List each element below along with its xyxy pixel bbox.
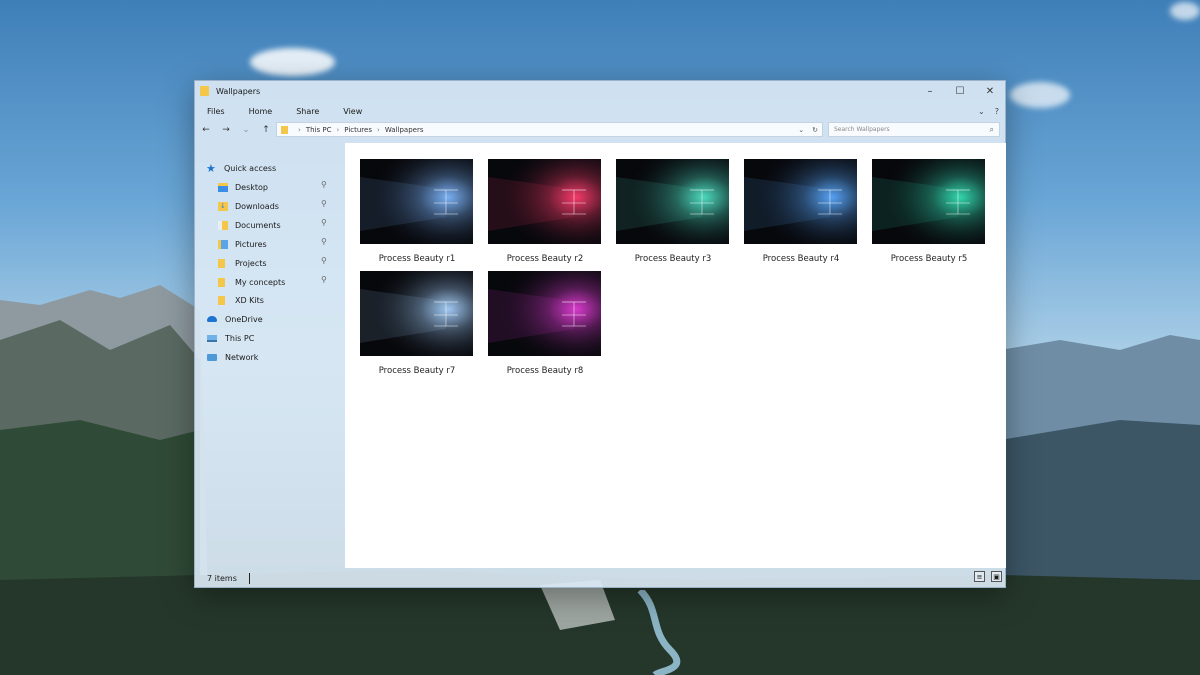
sidebar-item-label: My concepts: [235, 277, 286, 287]
wallpaper-thumbnail: [488, 271, 601, 356]
file-tile[interactable]: Process Beauty r8: [488, 271, 602, 376]
wallpaper-thumbnail: [360, 271, 473, 356]
sidebar-item-xd-kits[interactable]: XD Kits: [218, 293, 264, 307]
sidebar-item-label: Projects: [235, 258, 267, 268]
chevron-down-icon[interactable]: ⌄: [978, 107, 985, 116]
search-icon[interactable]: ⌕: [990, 125, 994, 135]
sidebar-item-network[interactable]: Network: [207, 350, 258, 364]
file-name: Process Beauty r3: [634, 254, 712, 264]
breadcrumb-this-pc[interactable]: This PC: [306, 126, 332, 134]
details-view-icon[interactable]: ≡: [974, 571, 985, 582]
file-name: Process Beauty r1: [378, 254, 456, 264]
navigation-bar: ← → ⌄ ↑ › This PC › Pictures › Wallpaper…: [195, 121, 1005, 139]
breadcrumb-pictures[interactable]: Pictures: [344, 126, 372, 134]
sidebar-item-onedrive[interactable]: OneDrive: [207, 312, 263, 326]
title-bar[interactable]: Wallpapers – ☐ ✕: [195, 81, 1005, 101]
tab-files[interactable]: Files: [195, 102, 235, 120]
sidebar-item-projects[interactable]: Projects: [218, 256, 267, 270]
back-button[interactable]: ←: [196, 121, 216, 139]
sidebar-item-label: Documents: [235, 220, 281, 230]
pin-icon[interactable]: ⚲: [321, 275, 327, 284]
file-tile[interactable]: Process Beauty r5: [872, 159, 986, 264]
sidebar-item-label: XD Kits: [235, 295, 264, 305]
folder-icon: [218, 258, 225, 268]
refresh-icon[interactable]: ↻: [812, 126, 818, 134]
forward-button[interactable]: →: [216, 121, 236, 139]
downloads-folder-icon: ↓: [218, 201, 228, 211]
wallpaper-thumbnail: [488, 159, 601, 244]
file-explorer-window: Wallpapers – ☐ ✕ Files Home Share View ⌄…: [194, 80, 1006, 588]
address-dropdown-icon[interactable]: ⌄: [798, 126, 804, 134]
status-bar: 7 items ≡ ▣: [195, 569, 1005, 588]
documents-folder-icon: [218, 220, 228, 230]
close-button[interactable]: ✕: [975, 81, 1005, 101]
large-icons-view-icon[interactable]: ▣: [991, 571, 1002, 582]
recent-locations-button[interactable]: ⌄: [236, 121, 256, 139]
breadcrumb-separator: ›: [298, 125, 301, 134]
sidebar-item-documents[interactable]: Documents: [218, 218, 281, 232]
breadcrumb-separator: ›: [377, 125, 380, 134]
address-bar[interactable]: › This PC › Pictures › Wallpapers ⌄ ↻: [276, 122, 823, 137]
search-placeholder: Search Wallpapers: [834, 126, 890, 133]
sidebar-item-this-pc[interactable]: This PC: [207, 331, 254, 345]
file-list-view[interactable]: Process Beauty r1 Process Beauty r2 Proces…: [345, 143, 1006, 568]
ribbon-tabs: Files Home Share View ⌄ ?: [195, 102, 1005, 120]
sidebar-item-pictures[interactable]: Pictures: [218, 237, 267, 251]
tab-view[interactable]: View: [329, 102, 372, 120]
breadcrumb-separator: ›: [336, 125, 340, 134]
file-name: Process Beauty r8: [506, 366, 584, 376]
file-tile[interactable]: Process Beauty r4: [744, 159, 858, 264]
wallpaper-thumbnail: [744, 159, 857, 244]
file-name: Process Beauty r5: [890, 254, 968, 264]
file-tile[interactable]: Process Beauty r7: [360, 271, 474, 376]
file-tile[interactable]: Process Beauty r3: [616, 159, 730, 264]
sidebar-item-downloads[interactable]: ↓ Downloads: [218, 199, 279, 213]
sidebar-item-quick-access[interactable]: ★ Quick access: [206, 161, 276, 175]
navigation-pane: ★ Quick access Desktop ⚲ ↓ Downloads ⚲ D…: [195, 143, 345, 568]
sidebar-item-label: Quick access: [224, 163, 277, 173]
sidebar-item-label: Network: [225, 352, 259, 362]
sidebar-item-label: Pictures: [235, 239, 267, 249]
tab-share[interactable]: Share: [282, 102, 329, 120]
wallpaper-thumbnail: [616, 159, 729, 244]
file-name: Process Beauty r4: [762, 254, 840, 264]
file-tile[interactable]: Process Beauty r1: [360, 159, 474, 264]
cloud-icon: [207, 316, 217, 322]
pin-icon[interactable]: ⚲: [321, 199, 327, 208]
folder-icon: [200, 86, 209, 96]
pictures-folder-icon: [218, 239, 228, 249]
computer-icon: [207, 334, 217, 342]
sidebar-item-label: OneDrive: [225, 314, 263, 324]
folder-icon: [281, 125, 288, 134]
pin-icon[interactable]: ⚲: [321, 237, 327, 246]
star-icon: ★: [206, 161, 216, 175]
folder-icon: [218, 277, 225, 287]
sidebar-item-label: Desktop: [235, 182, 268, 192]
wallpaper-thumbnail: [360, 159, 473, 244]
tab-home[interactable]: Home: [235, 102, 283, 120]
sidebar-item-my-concepts[interactable]: My concepts: [218, 275, 285, 289]
sidebar-item-label: This PC: [225, 333, 255, 343]
file-name: Process Beauty r7: [378, 366, 456, 376]
sidebar-item-desktop[interactable]: Desktop: [218, 180, 268, 194]
help-button[interactable]: ?: [995, 107, 999, 116]
folder-icon: [218, 295, 225, 305]
window-title: Wallpapers: [216, 86, 261, 96]
network-icon: [207, 353, 217, 361]
maximize-button[interactable]: ☐: [945, 81, 975, 101]
pin-icon[interactable]: ⚲: [321, 180, 327, 189]
pin-icon[interactable]: ⚲: [321, 256, 327, 265]
minimize-button[interactable]: –: [915, 81, 945, 101]
search-input[interactable]: Search Wallpapers ⌕: [828, 122, 1000, 137]
wallpaper-thumbnail: [872, 159, 985, 244]
status-divider: [248, 573, 250, 584]
breadcrumb-wallpapers[interactable]: Wallpapers: [385, 126, 424, 134]
file-tile[interactable]: Process Beauty r2: [488, 159, 602, 264]
sidebar-item-label: Downloads: [235, 201, 279, 211]
desktop-folder-icon: [218, 182, 228, 192]
item-count: 7 items: [207, 574, 237, 583]
pin-icon[interactable]: ⚲: [321, 218, 327, 227]
up-button[interactable]: ↑: [256, 121, 276, 139]
file-name: Process Beauty r2: [506, 254, 584, 264]
